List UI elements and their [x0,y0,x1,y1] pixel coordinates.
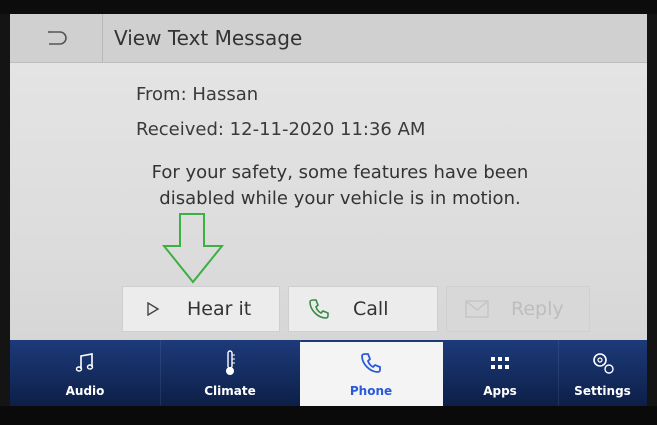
nav-audio-label: Audio [65,384,105,398]
safety-warning: For your safety, some features have been… [120,160,560,212]
gear-icon [590,348,616,378]
message-received-time: Received: 12-11-2020 11:36 AM [136,119,426,140]
bezel-bottom [0,406,657,425]
nav-apps[interactable]: Apps [442,340,559,406]
nav-phone[interactable]: Phone [300,342,443,406]
bezel-top [0,0,657,14]
back-arrow-icon [48,31,67,45]
nav-climate-label: Climate [204,384,256,398]
envelope-icon [457,300,497,318]
bottom-nav: Audio Climate Phone Apps Settings [10,340,647,406]
nav-settings[interactable]: Settings [558,340,647,406]
nav-settings-label: Settings [574,384,631,398]
thermometer-icon [223,348,237,378]
call-label: Call [353,298,389,320]
nav-phone-label: Phone [349,384,393,398]
nav-climate[interactable]: Climate [160,340,301,406]
hear-it-button[interactable]: Hear it [122,286,280,332]
music-note-icon [74,348,96,378]
apps-grid-icon [490,348,510,378]
annotation-arrow-icon [161,213,225,284]
safety-warning-line-2: disabled while your vehicle is in motion… [159,188,521,209]
message-sender: From: Hassan [136,84,259,105]
call-button[interactable]: Call [288,286,438,332]
phone-icon [360,348,382,378]
reply-button[interactable]: Reply [446,286,590,332]
safety-warning-line-1: For your safety, some features have been [151,162,529,183]
nav-audio[interactable]: Audio [10,340,161,406]
phone-icon [299,298,339,320]
display-screen: View Text Message From: Hassan Received:… [10,14,647,406]
hear-it-label: Hear it [187,298,252,320]
nav-apps-label: Apps [483,384,517,398]
reply-label: Reply [511,298,564,320]
page-title: View Text Message [114,26,303,50]
back-button[interactable] [10,14,103,62]
header-bar: View Text Message [10,14,647,63]
play-icon [133,302,173,316]
